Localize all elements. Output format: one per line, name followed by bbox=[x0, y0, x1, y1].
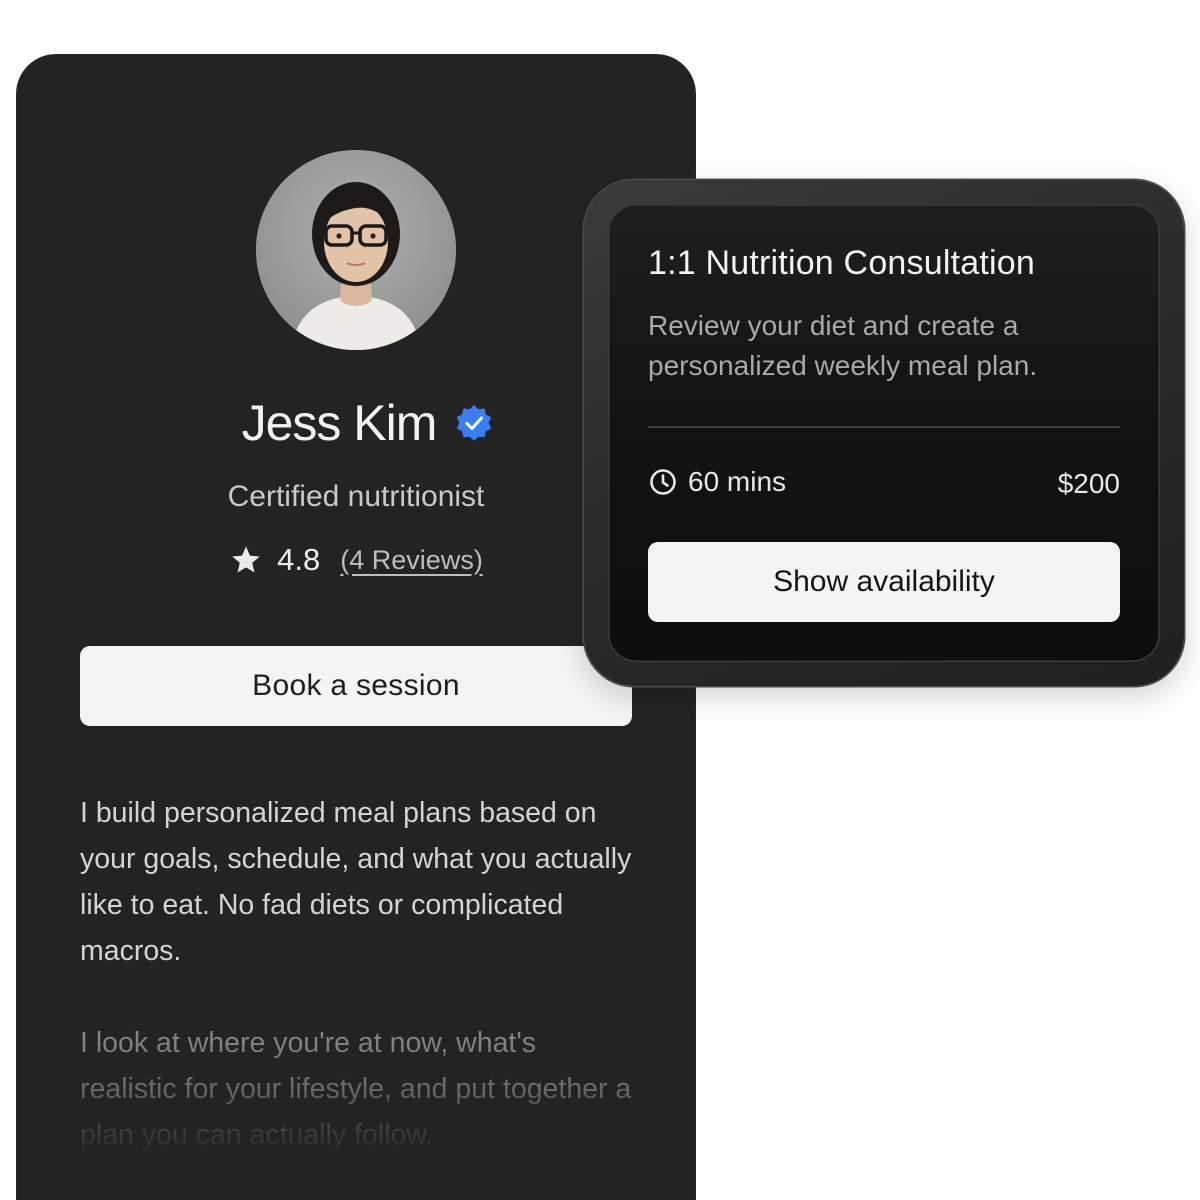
divider bbox=[648, 426, 1120, 428]
star-icon bbox=[232, 546, 260, 573]
avatar-portrait bbox=[256, 150, 456, 350]
rating-value: 4.8 bbox=[277, 542, 321, 577]
bio: I build personalized meal plans based on… bbox=[80, 790, 640, 1158]
consultation-title: 1:1 Nutrition Consultation bbox=[648, 244, 1035, 282]
profile-name: Jess Kim bbox=[241, 395, 438, 451]
consultation-card-frame: 1:1 Nutrition Consultation Review your d… bbox=[584, 180, 1184, 686]
show-availability-button[interactable]: Show availability bbox=[648, 542, 1120, 622]
book-session-button[interactable]: Book a session bbox=[80, 646, 632, 726]
price: $200 bbox=[1057, 468, 1120, 499]
consultation-card: 1:1 Nutrition Consultation Review your d… bbox=[608, 204, 1160, 662]
bio-paragraph: I build personalized meal plans based on… bbox=[80, 797, 632, 967]
bio-paragraph: I look at where you're at now, what's re… bbox=[80, 1020, 640, 1158]
duration-text: 60 mins bbox=[688, 466, 787, 497]
page: Jess Kim Certified nutritionist 4.8 (4 R… bbox=[0, 0, 1200, 1200]
verified-badge-icon bbox=[457, 405, 492, 441]
consultation-description: Review your diet and create a personaliz… bbox=[648, 310, 1038, 381]
reviews-link[interactable]: (4 Reviews) bbox=[340, 545, 483, 576]
duration-row: 60 mins bbox=[648, 466, 786, 498]
clock-icon bbox=[650, 469, 676, 495]
avatar bbox=[256, 150, 456, 350]
